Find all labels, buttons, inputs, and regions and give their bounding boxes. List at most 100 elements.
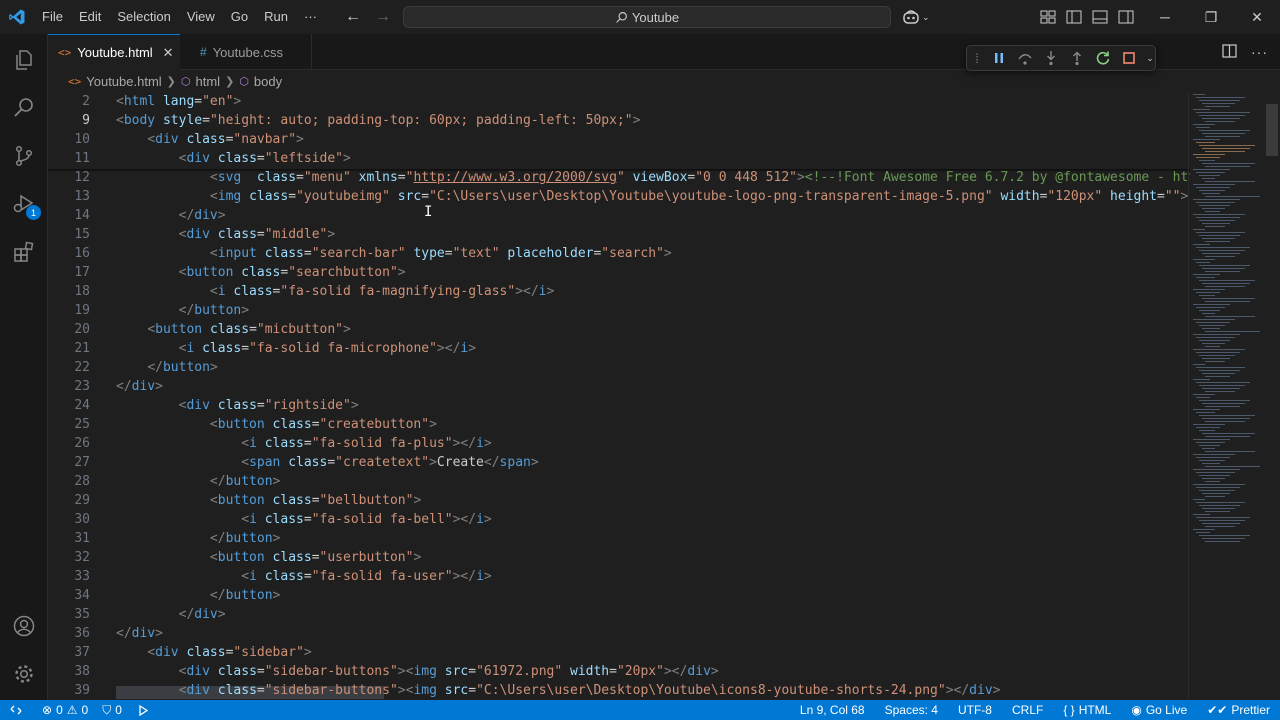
toggle-panel-icon[interactable]: [1092, 10, 1108, 24]
language-mode[interactable]: { } HTML: [1063, 703, 1111, 717]
indentation[interactable]: Spaces: 4: [885, 703, 938, 717]
code-text: <div class="middle">: [116, 225, 336, 244]
minimap-line: [1199, 250, 1245, 251]
stop-icon[interactable]: [1120, 50, 1137, 67]
code-token: class: [217, 398, 257, 413]
menu-more[interactable]: ···: [296, 0, 325, 34]
step-over-icon[interactable]: [1016, 50, 1033, 67]
manage-gear-icon[interactable]: [0, 650, 48, 698]
back-arrow-icon[interactable]: ←: [345, 8, 361, 26]
minimap-line: [1202, 148, 1250, 149]
close-window-icon[interactable]: ✕: [1234, 0, 1280, 34]
code-line[interactable]: 24 <div class="rightside">: [48, 396, 1190, 415]
code-line[interactable]: 18 <i class="fa-solid fa-magnifying-glas…: [48, 282, 1190, 301]
code-line[interactable]: 31 </button>: [48, 529, 1190, 548]
minimap-line: [1199, 325, 1225, 326]
code-line[interactable]: 27 <span class="createtext">Create</span…: [48, 453, 1190, 472]
menu-file[interactable]: File: [34, 0, 71, 34]
code-line[interactable]: 17 <button class="searchbutton">: [48, 263, 1190, 282]
explorer-icon[interactable]: [0, 36, 48, 84]
minimize-icon[interactable]: ─: [1142, 0, 1188, 34]
end-of-line[interactable]: CRLF: [1012, 703, 1043, 717]
forward-arrow-icon[interactable]: →: [375, 8, 391, 26]
code-line[interactable]: 37 <div class="sidebar">: [48, 643, 1190, 662]
menu-run[interactable]: Run: [256, 0, 296, 34]
code-token: >: [155, 379, 163, 394]
breadcrumb-file[interactable]: Youtube.html: [86, 74, 161, 89]
menu-go[interactable]: Go: [223, 0, 256, 34]
pause-icon[interactable]: [990, 50, 1007, 67]
code-line[interactable]: 34 </button>: [48, 586, 1190, 605]
code-line[interactable]: 22 </button>: [48, 358, 1190, 377]
code-line[interactable]: 14 </div>: [48, 206, 1190, 225]
step-out-icon[interactable]: [1068, 50, 1085, 67]
minimap-line: [1202, 268, 1245, 269]
code-line[interactable]: 33 <i class="fa-solid fa-user"></i>: [48, 567, 1190, 586]
code-line[interactable]: 13 <img class="youtubeimg" src="C:\Users…: [48, 187, 1190, 206]
code-line[interactable]: 16 <input class="search-bar" type="text"…: [48, 244, 1190, 263]
code-line[interactable]: 11 <div class="leftside">: [48, 149, 1190, 168]
tab-youtube-css[interactable]: # Youtube.css: [190, 34, 312, 70]
encoding[interactable]: UTF-8: [958, 703, 992, 717]
code-token: div: [186, 398, 210, 413]
code-token: class: [264, 246, 304, 261]
source-control-icon[interactable]: [0, 132, 48, 180]
remote-indicator[interactable]: [0, 700, 32, 720]
tab-youtube-html[interactable]: <> Youtube.html ✕: [48, 34, 180, 70]
code-line[interactable]: 20 <button class="micbutton">: [48, 320, 1190, 339]
problems-indicator[interactable]: ⊗ 0 ⚠ 0: [42, 703, 88, 717]
drag-handle-icon[interactable]: ⁞: [973, 50, 981, 67]
code-line[interactable]: 35 </div>: [48, 605, 1190, 624]
menu-selection[interactable]: Selection: [109, 0, 178, 34]
close-tab-icon[interactable]: ✕: [163, 45, 174, 61]
code-line[interactable]: 15 <div class="middle">: [48, 225, 1190, 244]
code-line[interactable]: 38 <div class="sidebar-buttons"><img src…: [48, 662, 1190, 681]
breadcrumb-item-body[interactable]: body: [254, 74, 282, 89]
code-line[interactable]: 10 <div class="navbar">: [48, 130, 1190, 149]
cursor-position[interactable]: Ln 9, Col 68: [800, 703, 865, 717]
restore-icon[interactable]: ❐: [1188, 0, 1234, 34]
split-editor-icon[interactable]: [1222, 44, 1237, 61]
breadcrumb-item-html[interactable]: html: [196, 74, 221, 89]
code-line[interactable]: 2 <html lang="en">: [48, 92, 1190, 111]
code-line[interactable]: 26 <i class="fa-solid fa-plus"></i>: [48, 434, 1190, 453]
debug-launch-indicator[interactable]: [136, 704, 149, 717]
code-line[interactable]: 36 </div>: [48, 624, 1190, 643]
code-line[interactable]: 30 <i class="fa-solid fa-bell"></i>: [48, 510, 1190, 529]
code-line[interactable]: 19 </button>: [48, 301, 1190, 320]
chevron-down-icon[interactable]: ⌄: [1146, 50, 1154, 67]
copilot-button[interactable]: ⌄: [902, 7, 930, 27]
minimap[interactable]: [1188, 92, 1266, 700]
step-into-icon[interactable]: [1042, 50, 1059, 67]
prettier-button[interactable]: ✔✔ Prettier: [1207, 703, 1270, 717]
accounts-icon[interactable]: [0, 602, 48, 650]
code-line[interactable]: 9 <body style="height: auto; padding-top:…: [48, 111, 1190, 130]
command-center-search[interactable]: Youtube: [403, 6, 891, 28]
search-icon[interactable]: [0, 84, 48, 132]
code-line[interactable]: 39 <div class="sidebar-buttons"><img src…: [48, 681, 1190, 700]
menu-edit[interactable]: Edit: [71, 0, 109, 34]
menu-view[interactable]: View: [179, 0, 223, 34]
code-editor[interactable]: 2 <html lang="en"> 9 <body style="height: a…: [48, 92, 1190, 700]
code-token: >: [343, 322, 351, 337]
code-line[interactable]: 23 </div>: [48, 377, 1190, 396]
more-actions-icon[interactable]: ···: [1251, 44, 1268, 61]
code-line[interactable]: 28 </button>: [48, 472, 1190, 491]
code-line[interactable]: 32 <button class="userbutton">: [48, 548, 1190, 567]
extensions-icon[interactable]: [0, 228, 48, 276]
code-line[interactable]: 29 <button class="bellbutton">: [48, 491, 1190, 510]
activity-bar: 1: [0, 34, 48, 700]
go-live-button[interactable]: ◉ Go Live: [1131, 703, 1187, 717]
customize-layout-icon[interactable]: [1040, 10, 1056, 24]
ports-indicator[interactable]: ⛉ 0: [102, 703, 122, 718]
vertical-scrollbar[interactable]: [1266, 104, 1278, 156]
toggle-secondary-sidebar-icon[interactable]: [1118, 10, 1134, 24]
run-debug-icon[interactable]: 1: [0, 180, 48, 228]
code-line[interactable]: 21 <i class="fa-solid fa-microphone"></i…: [48, 339, 1190, 358]
restart-icon[interactable]: [1094, 50, 1111, 67]
code-line[interactable]: 25 <button class="createbutton">: [48, 415, 1190, 434]
code-token: =: [288, 189, 297, 204]
toggle-primary-sidebar-icon[interactable]: [1066, 10, 1082, 24]
